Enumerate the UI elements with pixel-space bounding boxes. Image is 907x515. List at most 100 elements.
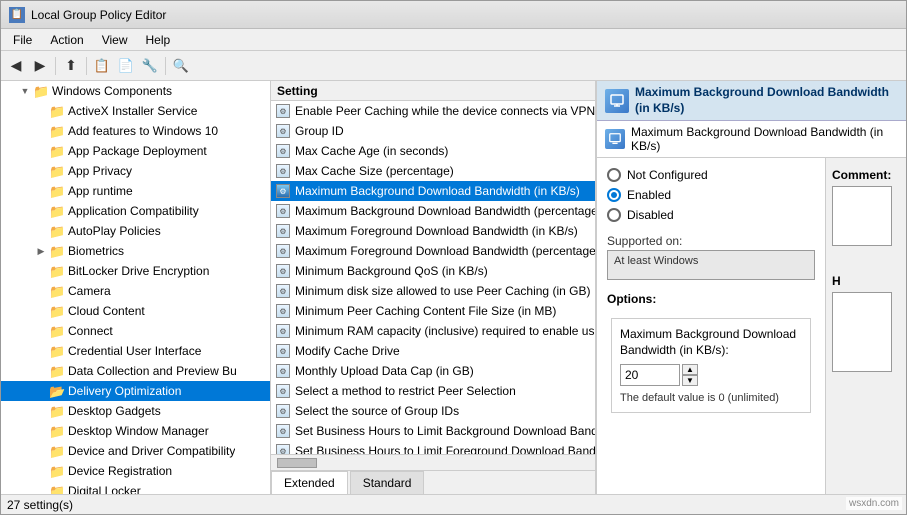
setting-label-s7: Maximum Foreground Download Bandwidth (i…	[295, 224, 578, 238]
expand-biometrics[interactable]	[33, 243, 49, 259]
expand-windows-components[interactable]	[17, 83, 33, 99]
tree-label-data-collection: Data Collection and Preview Bu	[68, 364, 237, 378]
menu-file[interactable]: File	[5, 31, 40, 49]
help-content	[832, 292, 892, 372]
radio-enabled[interactable]: Enabled	[607, 188, 815, 202]
tree-label-desktop-gadgets: Desktop Gadgets	[68, 404, 161, 418]
setting-label-s11: Minimum Peer Caching Content File Size (…	[295, 304, 556, 318]
menu-action[interactable]: Action	[42, 31, 91, 49]
tab-standard[interactable]: Standard	[350, 471, 425, 494]
tree-item-biometrics[interactable]: 📁 Biometrics	[1, 241, 270, 261]
setting-icon-s12: ⚙	[275, 323, 291, 339]
tree-item-app-compat[interactable]: 📁 Application Compatibility	[1, 201, 270, 221]
radio-input-disabled[interactable]	[607, 208, 621, 222]
folder-icon-digital-locker: 📁	[49, 484, 65, 494]
tree-item-windows-components[interactable]: 📁 Windows Components	[1, 81, 270, 101]
settings-panel: Setting ⚙ Enable Peer Caching while the …	[271, 81, 596, 494]
tree-label-delivery-opt: Delivery Optimization	[68, 384, 181, 398]
back-button[interactable]: ◀	[5, 55, 27, 77]
help-label: H	[832, 274, 900, 288]
tree-item-add-features[interactable]: 📁 Add features to Windows 10	[1, 121, 270, 141]
setting-icon-s1: ⚙	[275, 103, 291, 119]
tree-label-biometrics: Biometrics	[68, 244, 124, 258]
setting-s12[interactable]: ⚙ Minimum RAM capacity (inclusive) requi…	[271, 321, 595, 341]
hscroll-thumb[interactable]	[277, 458, 317, 468]
radio-disabled[interactable]: Disabled	[607, 208, 815, 222]
filter-button[interactable]: 🔍	[170, 55, 192, 77]
tree-item-bitlocker[interactable]: 📁 BitLocker Drive Encryption	[1, 261, 270, 281]
forward-button[interactable]: ▶	[29, 55, 51, 77]
setting-label-s16: Select the source of Group IDs	[295, 404, 459, 418]
tree-label-cloud-content: Cloud Content	[68, 304, 145, 318]
value-input[interactable]	[620, 364, 680, 386]
tree-item-app-privacy[interactable]: 📁 App Privacy	[1, 161, 270, 181]
tree-item-credential-ui[interactable]: 📁 Credential User Interface	[1, 341, 270, 361]
menu-view[interactable]: View	[94, 31, 136, 49]
setting-s17[interactable]: ⚙ Set Business Hours to Limit Background…	[271, 421, 595, 441]
property-body: Not Configured Enabled Disabled	[597, 158, 906, 494]
paste-button[interactable]: 📄	[115, 55, 137, 77]
spinner-down[interactable]: ▼	[682, 375, 698, 386]
folder-icon-activex: 📁	[49, 104, 65, 118]
tab-extended[interactable]: Extended	[271, 471, 348, 494]
setting-s14[interactable]: ⚙ Monthly Upload Data Cap (in GB)	[271, 361, 595, 381]
setting-label-s5: Maximum Background Download Bandwidth (i…	[295, 184, 580, 198]
comment-input[interactable]	[832, 186, 892, 246]
tree-item-activex[interactable]: 📁 ActiveX Installer Service	[1, 101, 270, 121]
horizontal-scrollbar[interactable]	[271, 454, 595, 470]
tree-item-delivery-opt[interactable]: 📂 Delivery Optimization	[1, 381, 270, 401]
folder-icon-camera: 📁	[49, 284, 65, 298]
tree-item-app-runtime[interactable]: 📁 App runtime	[1, 181, 270, 201]
tree-item-desktop-wm[interactable]: 📁 Desktop Window Manager	[1, 421, 270, 441]
setting-icon-s14: ⚙	[275, 363, 291, 379]
spinner-up[interactable]: ▲	[682, 364, 698, 375]
supported-on-value: At least Windows	[607, 250, 815, 280]
tree-item-app-package[interactable]: 📁 App Package Deployment	[1, 141, 270, 161]
setting-s15[interactable]: ⚙ Select a method to restrict Peer Selec…	[271, 381, 595, 401]
tree-item-cloud-content[interactable]: 📁 Cloud Content	[1, 301, 270, 321]
tree-item-device-driver[interactable]: 📁 Device and Driver Compatibility	[1, 441, 270, 461]
copy-button[interactable]: 📋	[91, 55, 113, 77]
tree-item-desktop-gadgets[interactable]: 📁 Desktop Gadgets	[1, 401, 270, 421]
setting-s18[interactable]: ⚙ Set Business Hours to Limit Foreground…	[271, 441, 595, 454]
radio-input-enabled[interactable]	[607, 188, 621, 202]
value-section: Maximum Background Download Bandwidth (i…	[611, 318, 811, 413]
setting-s10[interactable]: ⚙ Minimum disk size allowed to use Peer …	[271, 281, 595, 301]
tree-item-connect[interactable]: 📁 Connect	[1, 321, 270, 341]
tree-item-device-reg[interactable]: 📁 Device Registration	[1, 461, 270, 481]
tree-label-camera: Camera	[68, 284, 111, 298]
setting-s3[interactable]: ⚙ Max Cache Age (in seconds)	[271, 141, 595, 161]
radio-input-not-configured[interactable]	[607, 168, 621, 182]
setting-s13[interactable]: ⚙ Modify Cache Drive	[271, 341, 595, 361]
tree-item-data-collection[interactable]: 📁 Data Collection and Preview Bu	[1, 361, 270, 381]
setting-s9[interactable]: ⚙ Minimum Background QoS (in KB/s)	[271, 261, 595, 281]
setting-s8[interactable]: ⚙ Maximum Foreground Download Bandwidth …	[271, 241, 595, 261]
menu-help[interactable]: Help	[138, 31, 179, 49]
properties-button[interactable]: 🔧	[139, 55, 161, 77]
setting-s4[interactable]: ⚙ Max Cache Size (percentage)	[271, 161, 595, 181]
setting-icon-s15: ⚙	[275, 383, 291, 399]
setting-s5[interactable]: ⚙ Maximum Background Download Bandwidth …	[271, 181, 595, 201]
tree-label-app-privacy: App Privacy	[68, 164, 132, 178]
radio-not-configured[interactable]: Not Configured	[607, 168, 815, 182]
setting-s7[interactable]: ⚙ Maximum Foreground Download Bandwidth …	[271, 221, 595, 241]
tree-label-app-compat: Application Compatibility	[68, 204, 199, 218]
setting-label-s10: Minimum disk size allowed to use Peer Ca…	[295, 284, 590, 298]
tree-item-camera[interactable]: 📁 Camera	[1, 281, 270, 301]
up-button[interactable]: ⬆	[60, 55, 82, 77]
setting-s16[interactable]: ⚙ Select the source of Group IDs	[271, 401, 595, 421]
tree-label-device-reg: Device Registration	[68, 464, 172, 478]
title-bar: 📋 Local Group Policy Editor	[1, 1, 906, 29]
setting-s2[interactable]: ⚙ Group ID	[271, 121, 595, 141]
setting-label-s3: Max Cache Age (in seconds)	[295, 144, 448, 158]
folder-icon-desktop-gadgets: 📁	[49, 404, 65, 418]
setting-label-s18: Set Business Hours to Limit Foreground D…	[295, 444, 595, 454]
tree-item-autoplay[interactable]: 📁 AutoPlay Policies	[1, 221, 270, 241]
folder-icon-credential-ui: 📁	[49, 344, 65, 358]
setting-s11[interactable]: ⚙ Minimum Peer Caching Content File Size…	[271, 301, 595, 321]
setting-s6[interactable]: ⚙ Maximum Background Download Bandwidth …	[271, 201, 595, 221]
setting-s1[interactable]: ⚙ Enable Peer Caching while the device c…	[271, 101, 595, 121]
toolbar: ◀ ▶ ⬆ 📋 📄 🔧 🔍	[1, 51, 906, 81]
tree-item-digital-locker[interactable]: 📁 Digital Locker	[1, 481, 270, 494]
default-note: The default value is 0 (unlimited)	[620, 392, 802, 404]
